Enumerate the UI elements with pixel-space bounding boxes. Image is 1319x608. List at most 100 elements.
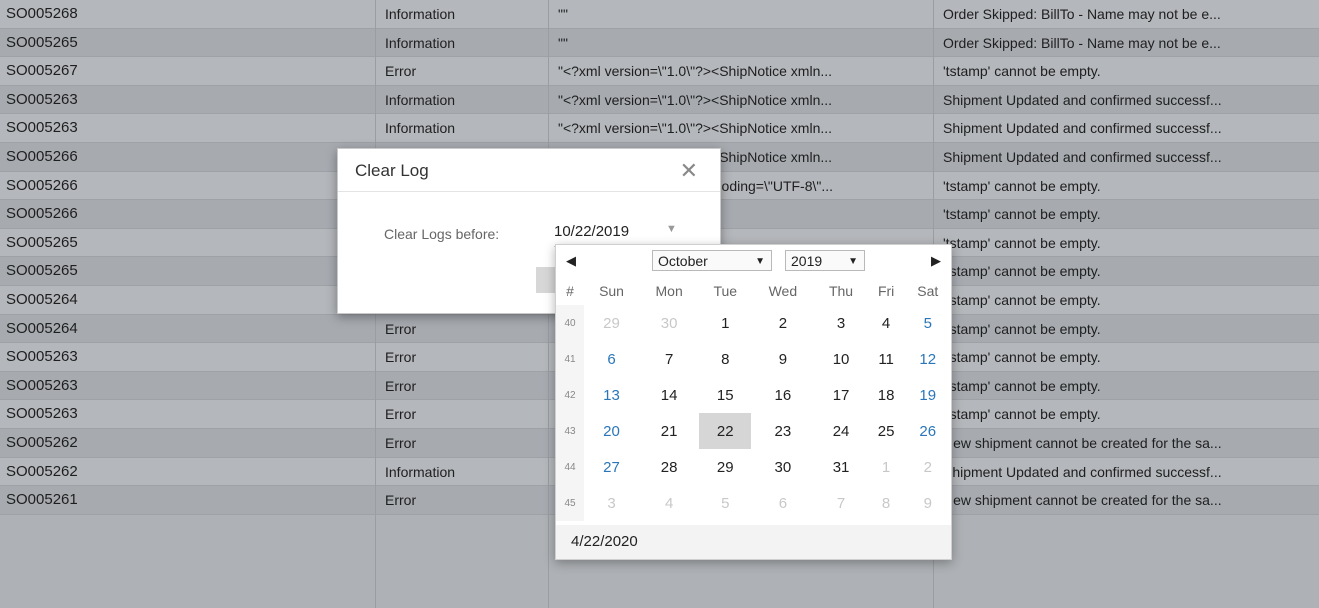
calendar-day[interactable]: 7 — [814, 485, 867, 521]
calendar-day[interactable]: 1 — [868, 449, 905, 485]
calendar-day[interactable]: 21 — [639, 413, 699, 449]
calendar-day[interactable]: 9 — [751, 341, 814, 377]
calendar-day[interactable]: 15 — [699, 377, 751, 413]
calendar-day[interactable]: 6 — [584, 341, 639, 377]
month-select[interactable]: October ▼ — [652, 250, 772, 271]
calendar-week: 41 6 7 8 9 10 11 12 — [556, 341, 951, 377]
calendar-day[interactable]: 5 — [905, 305, 951, 341]
week-number: 43 — [556, 413, 584, 449]
message-cell: New shipment cannot be created for the s… — [943, 434, 1222, 451]
calendar-day[interactable]: 8 — [699, 341, 751, 377]
chevron-down-icon[interactable]: ▼ — [755, 251, 765, 272]
calendar-day[interactable]: 24 — [814, 413, 867, 449]
triangle-left-icon[interactable]: ◀ — [566, 253, 576, 269]
message-cell: 'tstamp' cannot be empty. — [943, 377, 1101, 394]
year-select-value[interactable]: 2019 — [791, 253, 822, 269]
calendar-day[interactable]: 2 — [905, 449, 951, 485]
log-type-cell: Error — [385, 406, 417, 423]
date-input-value[interactable]: 10/22/2019 — [554, 223, 629, 240]
calendar-week: 45 3 4 5 6 7 8 9 — [556, 485, 951, 521]
order-id-cell: SO005264 — [6, 319, 78, 337]
chevron-down-icon[interactable]: ▼ — [666, 223, 677, 235]
table-row[interactable]: SO005268 Information "" Order Skipped: Bill… — [0, 0, 1319, 29]
order-id-cell: SO005262 — [6, 433, 78, 451]
message-cell: Shipment Updated and confirmed successf.… — [943, 91, 1222, 108]
order-id-cell: SO005266 — [6, 205, 78, 223]
calendar-day[interactable]: 25 — [868, 413, 905, 449]
order-id-cell: SO005268 — [6, 5, 78, 22]
log-type-cell: Information — [385, 34, 456, 51]
calendar-day[interactable]: 4 — [868, 305, 905, 341]
message-cell: 'tstamp' cannot be empty. — [943, 63, 1101, 80]
day-header: Sat — [917, 283, 939, 299]
calendar-day[interactable]: 5 — [699, 485, 751, 521]
log-type-cell: Information — [385, 91, 456, 108]
calendar-day[interactable]: 9 — [905, 485, 951, 521]
calendar-day[interactable]: 14 — [639, 377, 699, 413]
calendar-day[interactable]: 17 — [814, 377, 867, 413]
calendar-day[interactable]: 2 — [751, 305, 814, 341]
log-type-cell: Information — [385, 120, 456, 137]
day-header: Sun — [599, 283, 624, 299]
calendar-day[interactable]: 31 — [814, 449, 867, 485]
calendar-day[interactable]: 27 — [584, 449, 639, 485]
calendar-day[interactable]: 7 — [639, 341, 699, 377]
calendar-day-selected[interactable]: 22 — [699, 413, 752, 449]
calendar-day[interactable]: 29 — [699, 449, 751, 485]
calendar-grid: # Sun Mon Tue Wed Thu Fri Sat 40 29 30 1 2 3 4 5 41 6 7 8 9… — [556, 277, 951, 521]
calendar-day[interactable]: 8 — [868, 485, 905, 521]
message-cell: 'tstamp' cannot be empty. — [943, 349, 1101, 366]
calendar-day[interactable]: 10 — [814, 341, 867, 377]
calendar-day[interactable]: 6 — [751, 485, 814, 521]
calendar-day[interactable]: 20 — [584, 413, 639, 449]
calendar-day[interactable]: 28 — [639, 449, 699, 485]
table-row[interactable]: SO005263 Information "<?xml version=\"1.0\… — [0, 114, 1319, 143]
dialog-header: Clear Log ✕ — [338, 149, 720, 192]
calendar-week: 40 29 30 1 2 3 4 5 — [556, 305, 951, 341]
calendar-day[interactable]: 18 — [868, 377, 905, 413]
week-number: 41 — [556, 341, 584, 377]
calendar-day[interactable]: 13 — [584, 377, 639, 413]
order-id-cell: SO005261 — [6, 491, 78, 509]
order-id-cell: SO005263 — [6, 90, 78, 108]
calendar-day[interactable]: 29 — [584, 305, 639, 341]
year-select[interactable]: 2019 ▼ — [785, 250, 865, 271]
month-select-value[interactable]: October — [658, 253, 708, 269]
calendar-day[interactable]: 16 — [751, 377, 814, 413]
chevron-down-icon[interactable]: ▼ — [848, 251, 858, 272]
today-link[interactable]: 4/22/2020 — [556, 525, 951, 559]
table-row[interactable]: SO005267 Error "<?xml version=\"1.0\"?><Sh… — [0, 57, 1319, 86]
table-row[interactable]: SO005265 Information "" Order Skipped: Bill… — [0, 28, 1319, 58]
table-row[interactable]: SO005263 Information "<?xml version=\"1.0\… — [0, 85, 1319, 115]
week-number: 42 — [556, 377, 584, 413]
order-id-cell: SO005263 — [6, 348, 78, 366]
calendar-day-headers: # Sun Mon Tue Wed Thu Fri Sat — [556, 277, 951, 305]
message-cell: 'tstamp' cannot be empty. — [943, 234, 1101, 251]
order-id-cell: SO005265 — [6, 262, 78, 280]
week-number-header: # — [566, 283, 574, 299]
log-type-cell: Information — [385, 6, 456, 22]
calendar-day[interactable]: 11 — [868, 341, 905, 377]
calendar-day[interactable]: 4 — [639, 485, 699, 521]
clear-date-picker[interactable]: 10/22/2019 ▼ — [554, 216, 714, 247]
calendar-day[interactable]: 23 — [751, 413, 814, 449]
calendar-day[interactable]: 1 — [699, 305, 751, 341]
calendar-day[interactable]: 3 — [814, 305, 867, 341]
close-icon[interactable]: ✕ — [680, 158, 698, 184]
calendar-day[interactable]: 26 — [905, 413, 951, 449]
calendar-day[interactable]: 12 — [905, 341, 951, 377]
order-id-cell: SO005265 — [6, 233, 78, 251]
order-id-cell: SO005264 — [6, 290, 78, 308]
triangle-right-icon[interactable]: ▶ — [931, 253, 941, 269]
order-id-cell: SO005263 — [6, 376, 78, 394]
message-cell: Order Skipped: BillTo - Name may not be … — [943, 6, 1221, 22]
calendar-day[interactable]: 19 — [905, 377, 951, 413]
order-id-cell: SO005262 — [6, 462, 78, 480]
calendar-day[interactable]: 30 — [639, 305, 699, 341]
log-type-cell: Error — [385, 377, 417, 394]
calendar-day[interactable]: 30 — [751, 449, 814, 485]
message-cell: New shipment cannot be created for the s… — [943, 492, 1222, 509]
week-number: 44 — [556, 449, 584, 485]
order-id-cell: SO005265 — [6, 33, 78, 51]
calendar-day[interactable]: 3 — [584, 485, 639, 521]
